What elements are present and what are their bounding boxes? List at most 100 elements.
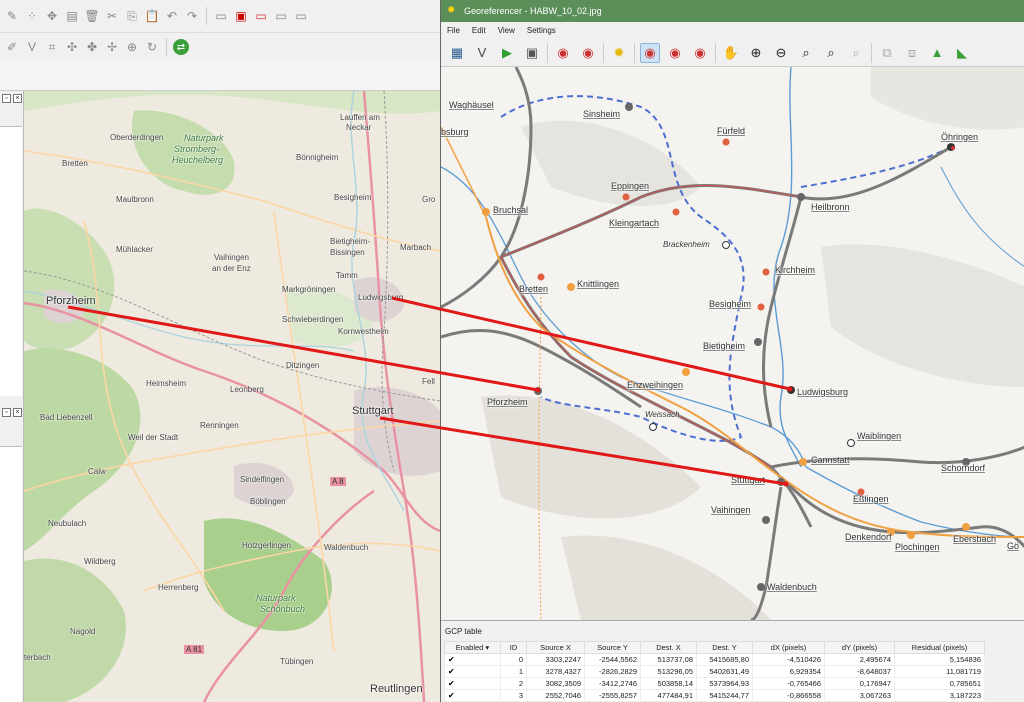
close-panel-icon[interactable]: × bbox=[13, 408, 22, 417]
gcp-residual: 5,154836 bbox=[894, 653, 985, 666]
column-header[interactable]: Residual (pixels) bbox=[894, 641, 985, 654]
gcp-dest-y[interactable]: 5402631,49 bbox=[696, 665, 753, 678]
table-row[interactable]: ✔ 3 2552,7046 -2555,8257 477484,91 54152… bbox=[444, 689, 985, 702]
split-icon[interactable]: ✣ bbox=[64, 39, 80, 55]
osm-place-label: Herrenberg bbox=[158, 583, 199, 592]
map-place-label: Eßlingen bbox=[853, 494, 889, 504]
menu-view[interactable]: View bbox=[498, 26, 515, 35]
link-qgis-icon[interactable]: ⧈ bbox=[902, 43, 922, 63]
column-header[interactable]: dY (pixels) bbox=[824, 641, 895, 654]
table-icon[interactable]: ▤ bbox=[64, 8, 80, 24]
column-header[interactable]: Enabled ▾ bbox=[444, 641, 501, 654]
undo-icon[interactable]: ↶ bbox=[164, 8, 180, 24]
label-pin-icon[interactable]: ▣ bbox=[233, 8, 249, 24]
menu-file[interactable]: File bbox=[447, 26, 460, 35]
enabled-checkbox[interactable]: ✔ bbox=[448, 656, 456, 664]
gcp-dest-x[interactable]: 503858,14 bbox=[640, 677, 697, 690]
transformation-settings-icon[interactable]: ✹ bbox=[609, 43, 629, 63]
save-gcp-icon[interactable]: ◉ bbox=[578, 43, 598, 63]
float-panel-icon[interactable]: ▫ bbox=[2, 408, 11, 417]
zoom-out-icon[interactable]: ⊖ bbox=[771, 43, 791, 63]
menu-settings[interactable]: Settings bbox=[527, 26, 556, 35]
zoom-last-icon[interactable]: ⌕ bbox=[821, 43, 841, 63]
gcp-dest-x[interactable]: 513737,08 bbox=[640, 653, 697, 666]
delete-icon[interactable]: 🗑 bbox=[84, 8, 100, 24]
enabled-checkbox[interactable]: ✔ bbox=[448, 692, 456, 700]
gcp-source-x[interactable]: 3303,2247 bbox=[526, 653, 585, 666]
start-georeferencing-icon[interactable]: ▶ bbox=[497, 43, 517, 63]
enabled-checkbox[interactable]: ✔ bbox=[448, 680, 456, 688]
table-row[interactable]: ✔ 0 3303,2247 -2544,5562 513737,08 54156… bbox=[444, 653, 985, 666]
osm-place-label: Wildberg bbox=[84, 557, 116, 566]
menu-edit[interactable]: Edit bbox=[472, 26, 486, 35]
column-header[interactable]: Source Y bbox=[584, 641, 641, 654]
offset-icon[interactable]: ⊕ bbox=[124, 39, 140, 55]
label-gray-icon[interactable]: ▭ bbox=[273, 8, 289, 24]
osm-park-label: Naturpark bbox=[184, 133, 224, 143]
rotate-icon[interactable]: ↻ bbox=[144, 39, 160, 55]
table-row[interactable]: ✔ 1 3278,4327 -2826,2829 513296,05 54026… bbox=[444, 665, 985, 678]
gcp-source-y[interactable]: -2826,2829 bbox=[584, 665, 641, 678]
gcp-dest-x[interactable]: 513296,05 bbox=[640, 665, 697, 678]
gcp-source-y[interactable]: -2555,8257 bbox=[584, 689, 641, 702]
histogram-stretch-icon[interactable]: ▲ bbox=[927, 43, 947, 63]
local-histogram-icon[interactable]: ◣ bbox=[952, 43, 972, 63]
digitize-icon[interactable]: ✎ bbox=[4, 8, 20, 24]
share-icon[interactable]: ⇄ bbox=[173, 39, 189, 55]
column-header[interactable]: Dest. Y bbox=[696, 641, 753, 654]
gcp-dest-y[interactable]: 5373964,93 bbox=[696, 677, 753, 690]
georeferencer-canvas[interactable]: Waghäusel Sinsheim bsburg Fürfeld Öhring… bbox=[441, 67, 1024, 620]
open-raster-icon[interactable]: ▦ bbox=[447, 43, 467, 63]
gcp-source-y[interactable]: -3412,2746 bbox=[584, 677, 641, 690]
georeferencer-toolbar: ▦ V ▶ ▣ ◉ ◉ ✹ ◉ ◉ ◉ ✋ ⊕ ⊖ ⌕ ⌕ ⌕ ⧉ ⧈ ▲ ◣ bbox=[441, 39, 1024, 67]
delete-point-icon[interactable]: ◉ bbox=[665, 43, 685, 63]
gcp-source-y[interactable]: -2544,5562 bbox=[584, 653, 641, 666]
osm-park-label: Heuchelberg bbox=[172, 155, 224, 165]
open-vector-icon[interactable]: V bbox=[472, 43, 492, 63]
map-place-label: Bretten bbox=[519, 284, 549, 294]
gcp-residual: 3,187223 bbox=[894, 689, 985, 702]
zoom-next-icon[interactable]: ⌕ bbox=[846, 43, 866, 63]
enabled-checkbox[interactable]: ✔ bbox=[448, 668, 456, 676]
load-gcp-icon[interactable]: ◉ bbox=[553, 43, 573, 63]
vertex-icon[interactable]: V bbox=[24, 39, 40, 55]
label-red-icon[interactable]: ▭ bbox=[253, 8, 269, 24]
float-panel-icon[interactable]: ▫ bbox=[2, 94, 11, 103]
pen-icon[interactable]: ✐ bbox=[4, 39, 20, 55]
gcp-source-x[interactable]: 3082,3509 bbox=[526, 677, 585, 690]
node-icon[interactable]: ⁘ bbox=[24, 8, 40, 24]
map-place-label: Ludwigsburg bbox=[797, 387, 849, 397]
merge-icon[interactable]: ✤ bbox=[84, 39, 100, 55]
move-gcp-icon[interactable]: ◉ bbox=[690, 43, 710, 63]
column-header[interactable]: Source X bbox=[526, 641, 585, 654]
label-move-icon[interactable]: ▭ bbox=[293, 8, 309, 24]
gcp-dest-y[interactable]: 5415244,77 bbox=[696, 689, 753, 702]
add-point-icon[interactable]: ◉ bbox=[640, 42, 660, 63]
georeferencer-window: ✹ Georeferencer - HABW_10_02.jpg File Ed… bbox=[440, 0, 1024, 702]
gcp-dest-y[interactable]: 5415685,80 bbox=[696, 653, 753, 666]
column-header[interactable]: dX (pixels) bbox=[752, 641, 825, 654]
paste-icon[interactable]: 📋 bbox=[144, 8, 160, 24]
osm-place-label: Kornwestheim bbox=[338, 327, 389, 336]
column-header[interactable]: Dest. X bbox=[640, 641, 697, 654]
pan-icon[interactable]: ✋ bbox=[721, 43, 741, 63]
gcp-dest-x[interactable]: 477484,91 bbox=[640, 689, 697, 702]
label-icon[interactable]: ▭ bbox=[213, 8, 229, 24]
table-row[interactable]: ✔ 2 3082,3509 -3412,2746 503858,14 53739… bbox=[444, 677, 985, 690]
close-panel-icon[interactable]: × bbox=[13, 94, 22, 103]
zoom-in-icon[interactable]: ⊕ bbox=[746, 43, 766, 63]
generate-gdal-script-icon[interactable]: ▣ bbox=[522, 43, 542, 63]
osm-place-label: Tamm bbox=[336, 271, 358, 280]
gcp-source-x[interactable]: 3278,4327 bbox=[526, 665, 585, 678]
reshape-icon[interactable]: ✢ bbox=[104, 39, 120, 55]
move-icon[interactable]: ✥ bbox=[44, 8, 60, 24]
grid-icon[interactable]: ⌗ bbox=[44, 39, 60, 55]
cut-icon[interactable]: ✂ bbox=[104, 8, 120, 24]
redo-icon[interactable]: ↷ bbox=[184, 8, 200, 24]
qgis-map-canvas[interactable]: Lauffen am Neckar Oberderdingen Naturpar… bbox=[24, 91, 440, 702]
zoom-to-layer-icon[interactable]: ⌕ bbox=[796, 43, 816, 63]
column-header[interactable]: ID bbox=[500, 641, 527, 654]
link-georeferencer-icon[interactable]: ⧉ bbox=[877, 43, 897, 63]
gcp-source-x[interactable]: 2552,7046 bbox=[526, 689, 585, 702]
copy-icon[interactable]: ⎘ bbox=[124, 8, 140, 24]
